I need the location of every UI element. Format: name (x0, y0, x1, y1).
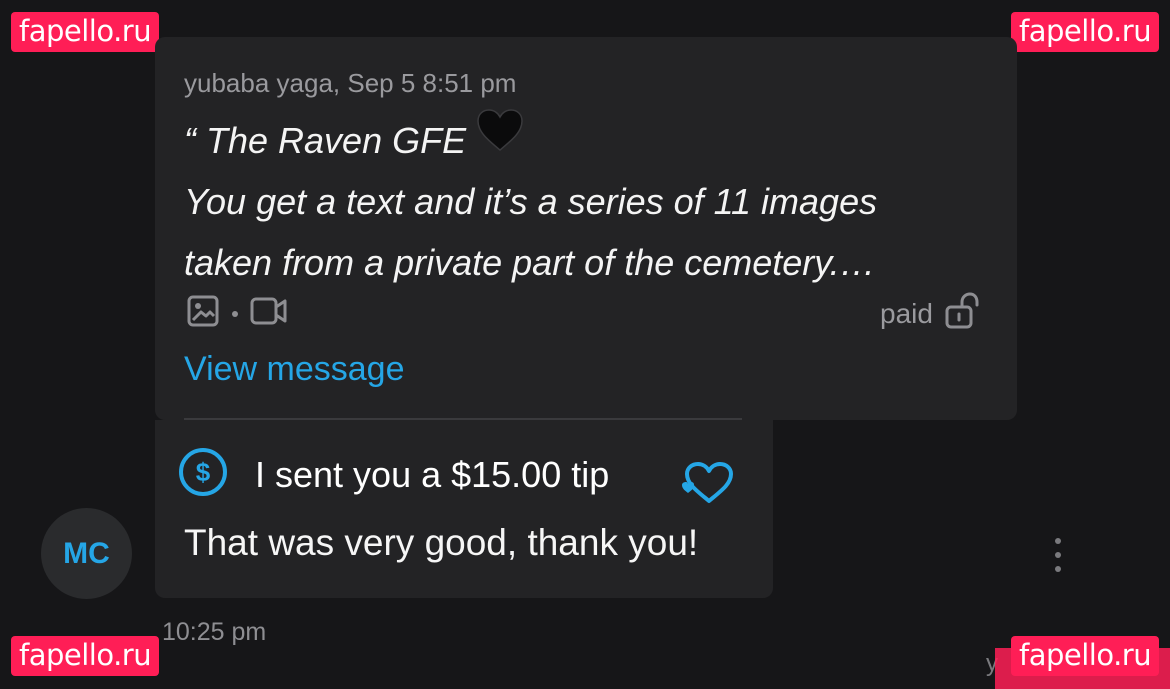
dollar-circle-icon: $ (177, 446, 229, 503)
heart-outline-icon[interactable] (681, 461, 737, 510)
tip-row: $ I sent you a $15.00 tip (177, 446, 609, 503)
more-options-icon[interactable] (1050, 538, 1066, 572)
avatar[interactable]: MC (41, 508, 132, 599)
view-message-link[interactable]: View message (184, 350, 405, 389)
tip-text: I sent you a $15.00 tip (255, 453, 610, 495)
unlocked-padlock-icon (945, 292, 979, 335)
quoted-body-line-1: You get a text and it’s a series of 11 i… (184, 181, 878, 222)
message-text: That was very good, thank you! (184, 522, 699, 563)
video-icon (250, 296, 288, 331)
watermark-bottom-right: fapello.ru (1011, 636, 1160, 676)
quoted-body-line-2: taken from a private part of the cemeter… (184, 242, 876, 283)
message-timestamp: 10:25 pm (162, 618, 267, 646)
paid-status: paid (880, 292, 979, 335)
avatar-initials: MC (63, 536, 110, 570)
watermark-bottom-left: fapello.ru (11, 636, 160, 676)
quoted-message-text: “ The Raven GFE You get a text and it’s … (184, 108, 984, 293)
quote-divider (184, 418, 742, 420)
svg-text:$: $ (196, 457, 211, 487)
paid-label: paid (880, 297, 933, 329)
watermark-top-right: fapello.ru (1011, 12, 1160, 52)
quoted-sender-line: yubaba yaga, Sep 5 8:51 pm (184, 68, 517, 98)
watermark-top-left: fapello.ru (11, 12, 160, 52)
black-heart-icon (476, 108, 524, 170)
media-indicators (186, 294, 288, 333)
image-icon (186, 294, 220, 333)
quoted-title-line: “ The Raven GFE (184, 108, 984, 171)
separator-dot (232, 310, 238, 317)
